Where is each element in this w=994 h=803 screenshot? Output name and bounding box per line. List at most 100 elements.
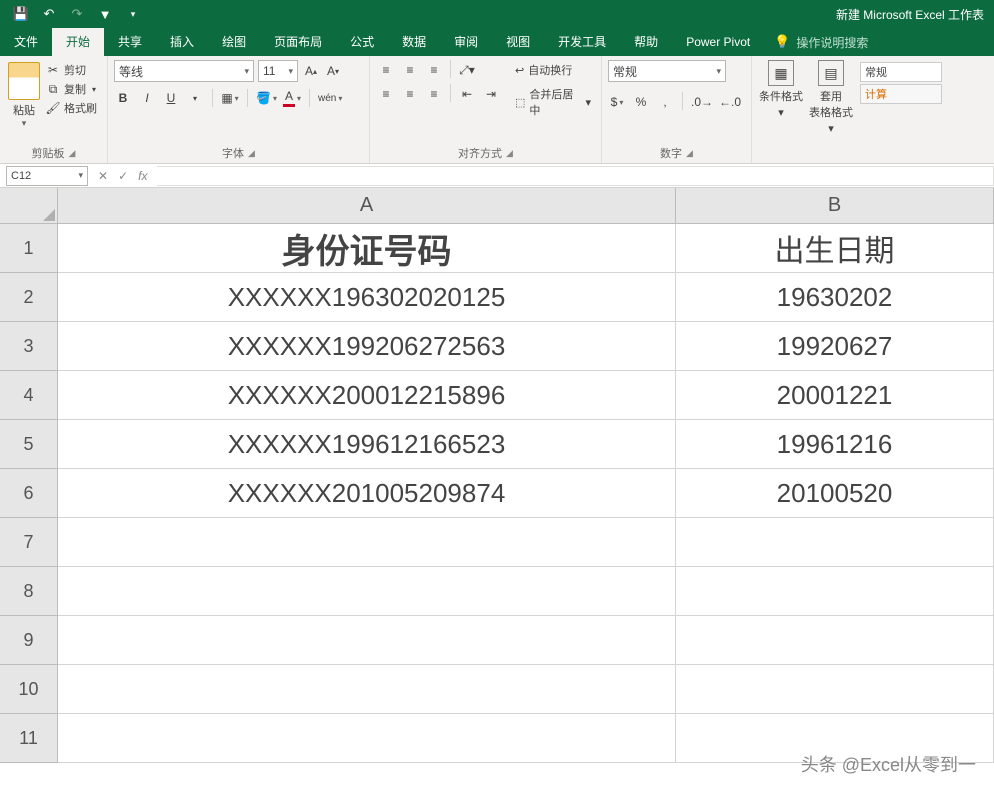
cell[interactable]: XXXXXX199612166523 [58,420,676,469]
dialog-launcher-icon[interactable]: ◢ [248,148,255,159]
bold-button[interactable]: B [114,88,132,108]
format-painter-button[interactable]: 🖌格式刷 [46,100,97,116]
cell[interactable]: 20001221 [676,371,994,420]
column-header-B[interactable]: B [676,188,994,224]
decrease-decimal-button[interactable]: ←.0 [719,92,741,112]
align-bottom-button[interactable]: ≡ [424,60,444,80]
row-header[interactable]: 3 [0,322,58,371]
row-header[interactable]: 11 [0,714,58,763]
cell[interactable]: 出生日期 [676,224,994,273]
cell[interactable] [676,616,994,665]
row-header[interactable]: 6 [0,469,58,518]
font-name-combo[interactable]: 等线▾ [114,60,254,82]
style-normal[interactable]: 常规 [860,62,942,82]
tab-view[interactable]: 视图 [492,28,544,56]
tab-review[interactable]: 审阅 [440,28,492,56]
tab-layout[interactable]: 页面布局 [260,28,336,56]
percent-button[interactable]: % [632,92,650,112]
indent-increase-button[interactable]: ⇥ [481,84,501,104]
cell[interactable]: 19961216 [676,420,994,469]
borders-button[interactable]: ▦▾ [221,88,239,108]
tab-file[interactable]: 文件 [0,28,52,56]
cell[interactable] [58,665,676,714]
cell[interactable] [58,518,676,567]
align-top-button[interactable]: ≡ [376,60,396,80]
cell[interactable]: XXXXXX199206272563 [58,322,676,371]
name-box[interactable]: C12▾ [6,166,88,186]
cell-styles-gallery[interactable]: 常规 计算 [858,60,944,106]
cell[interactable]: 20100520 [676,469,994,518]
cell[interactable] [58,714,676,763]
tab-insert[interactable]: 插入 [156,28,208,56]
cell[interactable]: XXXXXX201005209874 [58,469,676,518]
cancel-icon[interactable]: ✕ [98,169,108,183]
dialog-launcher-icon[interactable]: ◢ [686,148,693,159]
row-header[interactable]: 1 [0,224,58,273]
tab-help[interactable]: 帮助 [620,28,672,56]
save-icon[interactable]: 💾 [14,7,28,21]
cell[interactable] [676,567,994,616]
shrink-font-button[interactable]: A▾ [324,61,342,81]
tab-share[interactable]: 共享 [104,28,156,56]
cell[interactable] [676,665,994,714]
wrap-text-button[interactable]: ↩自动换行 [511,60,595,80]
redo-icon[interactable]: ↷ [70,7,84,21]
enter-icon[interactable]: ✓ [118,169,128,183]
paste-button[interactable]: 粘贴 ▾ [6,60,42,129]
formula-input[interactable] [157,166,994,186]
grow-font-button[interactable]: A▴ [302,61,320,81]
align-middle-button[interactable]: ≡ [400,60,420,80]
dialog-launcher-icon[interactable]: ◢ [69,148,76,159]
increase-decimal-button[interactable]: .0→ [691,92,713,112]
worksheet[interactable]: AB 1身份证号码出生日期 2XXXXXX19630202012519630202 3… [0,188,994,803]
row-header[interactable]: 10 [0,665,58,714]
italic-button[interactable]: I [138,88,156,108]
comma-style-button[interactable]: , [656,92,674,112]
align-left-button[interactable]: ≡ [376,84,396,104]
cell[interactable] [58,616,676,665]
column-header-A[interactable]: A [58,188,676,224]
copy-button[interactable]: ⧉复制▾ [46,81,97,97]
cell[interactable]: 身份证号码 [58,224,676,273]
fx-icon[interactable]: fx [138,169,147,183]
font-color-button[interactable]: A▾ [283,88,301,108]
underline-button[interactable]: U [162,88,180,108]
align-center-button[interactable]: ≡ [400,84,420,104]
cell[interactable] [676,518,994,567]
undo-icon[interactable]: ↶ [42,7,56,21]
row-header[interactable]: 4 [0,371,58,420]
font-size-combo[interactable]: 11▾ [258,60,298,82]
style-calc[interactable]: 计算 [860,84,942,104]
tab-powerpivot[interactable]: Power Pivot [672,28,764,56]
phonetic-button[interactable]: wén▾ [318,88,342,108]
cell[interactable]: 19630202 [676,273,994,322]
dialog-launcher-icon[interactable]: ◢ [506,148,513,159]
tab-data[interactable]: 数据 [388,28,440,56]
align-right-button[interactable]: ≡ [424,84,444,104]
row-header[interactable]: 5 [0,420,58,469]
indent-decrease-button[interactable]: ⇤ [457,84,477,104]
qat-more-icon[interactable]: ▾ [126,7,140,21]
cell[interactable]: XXXXXX196302020125 [58,273,676,322]
orientation-button[interactable]: ⤢▾ [457,60,477,80]
filter-icon[interactable]: ▼ [98,7,112,21]
format-as-table-button[interactable]: ▤ 套用 表格格式▾ [808,60,854,135]
row-header[interactable]: 7 [0,518,58,567]
tab-developer[interactable]: 开发工具 [544,28,620,56]
cell[interactable] [58,567,676,616]
fill-color-button[interactable]: 🪣▾ [256,88,277,108]
cell[interactable]: 19920627 [676,322,994,371]
row-header[interactable]: 2 [0,273,58,322]
row-header[interactable]: 9 [0,616,58,665]
cell[interactable]: XXXXXX200012215896 [58,371,676,420]
tab-home[interactable]: 开始 [52,28,104,56]
conditional-formatting-button[interactable]: ▦ 条件格式▾ [758,60,804,119]
number-format-combo[interactable]: 常规▾ [608,60,726,82]
select-all-corner[interactable] [0,188,58,224]
tab-draw[interactable]: 绘图 [208,28,260,56]
merge-center-button[interactable]: ⬚合并后居中▾ [511,84,595,120]
cut-button[interactable]: ✂剪切 [46,62,97,78]
accounting-format-button[interactable]: $▾ [608,92,626,112]
tell-me[interactable]: 💡 操作说明搜索 [774,34,868,51]
row-header[interactable]: 8 [0,567,58,616]
